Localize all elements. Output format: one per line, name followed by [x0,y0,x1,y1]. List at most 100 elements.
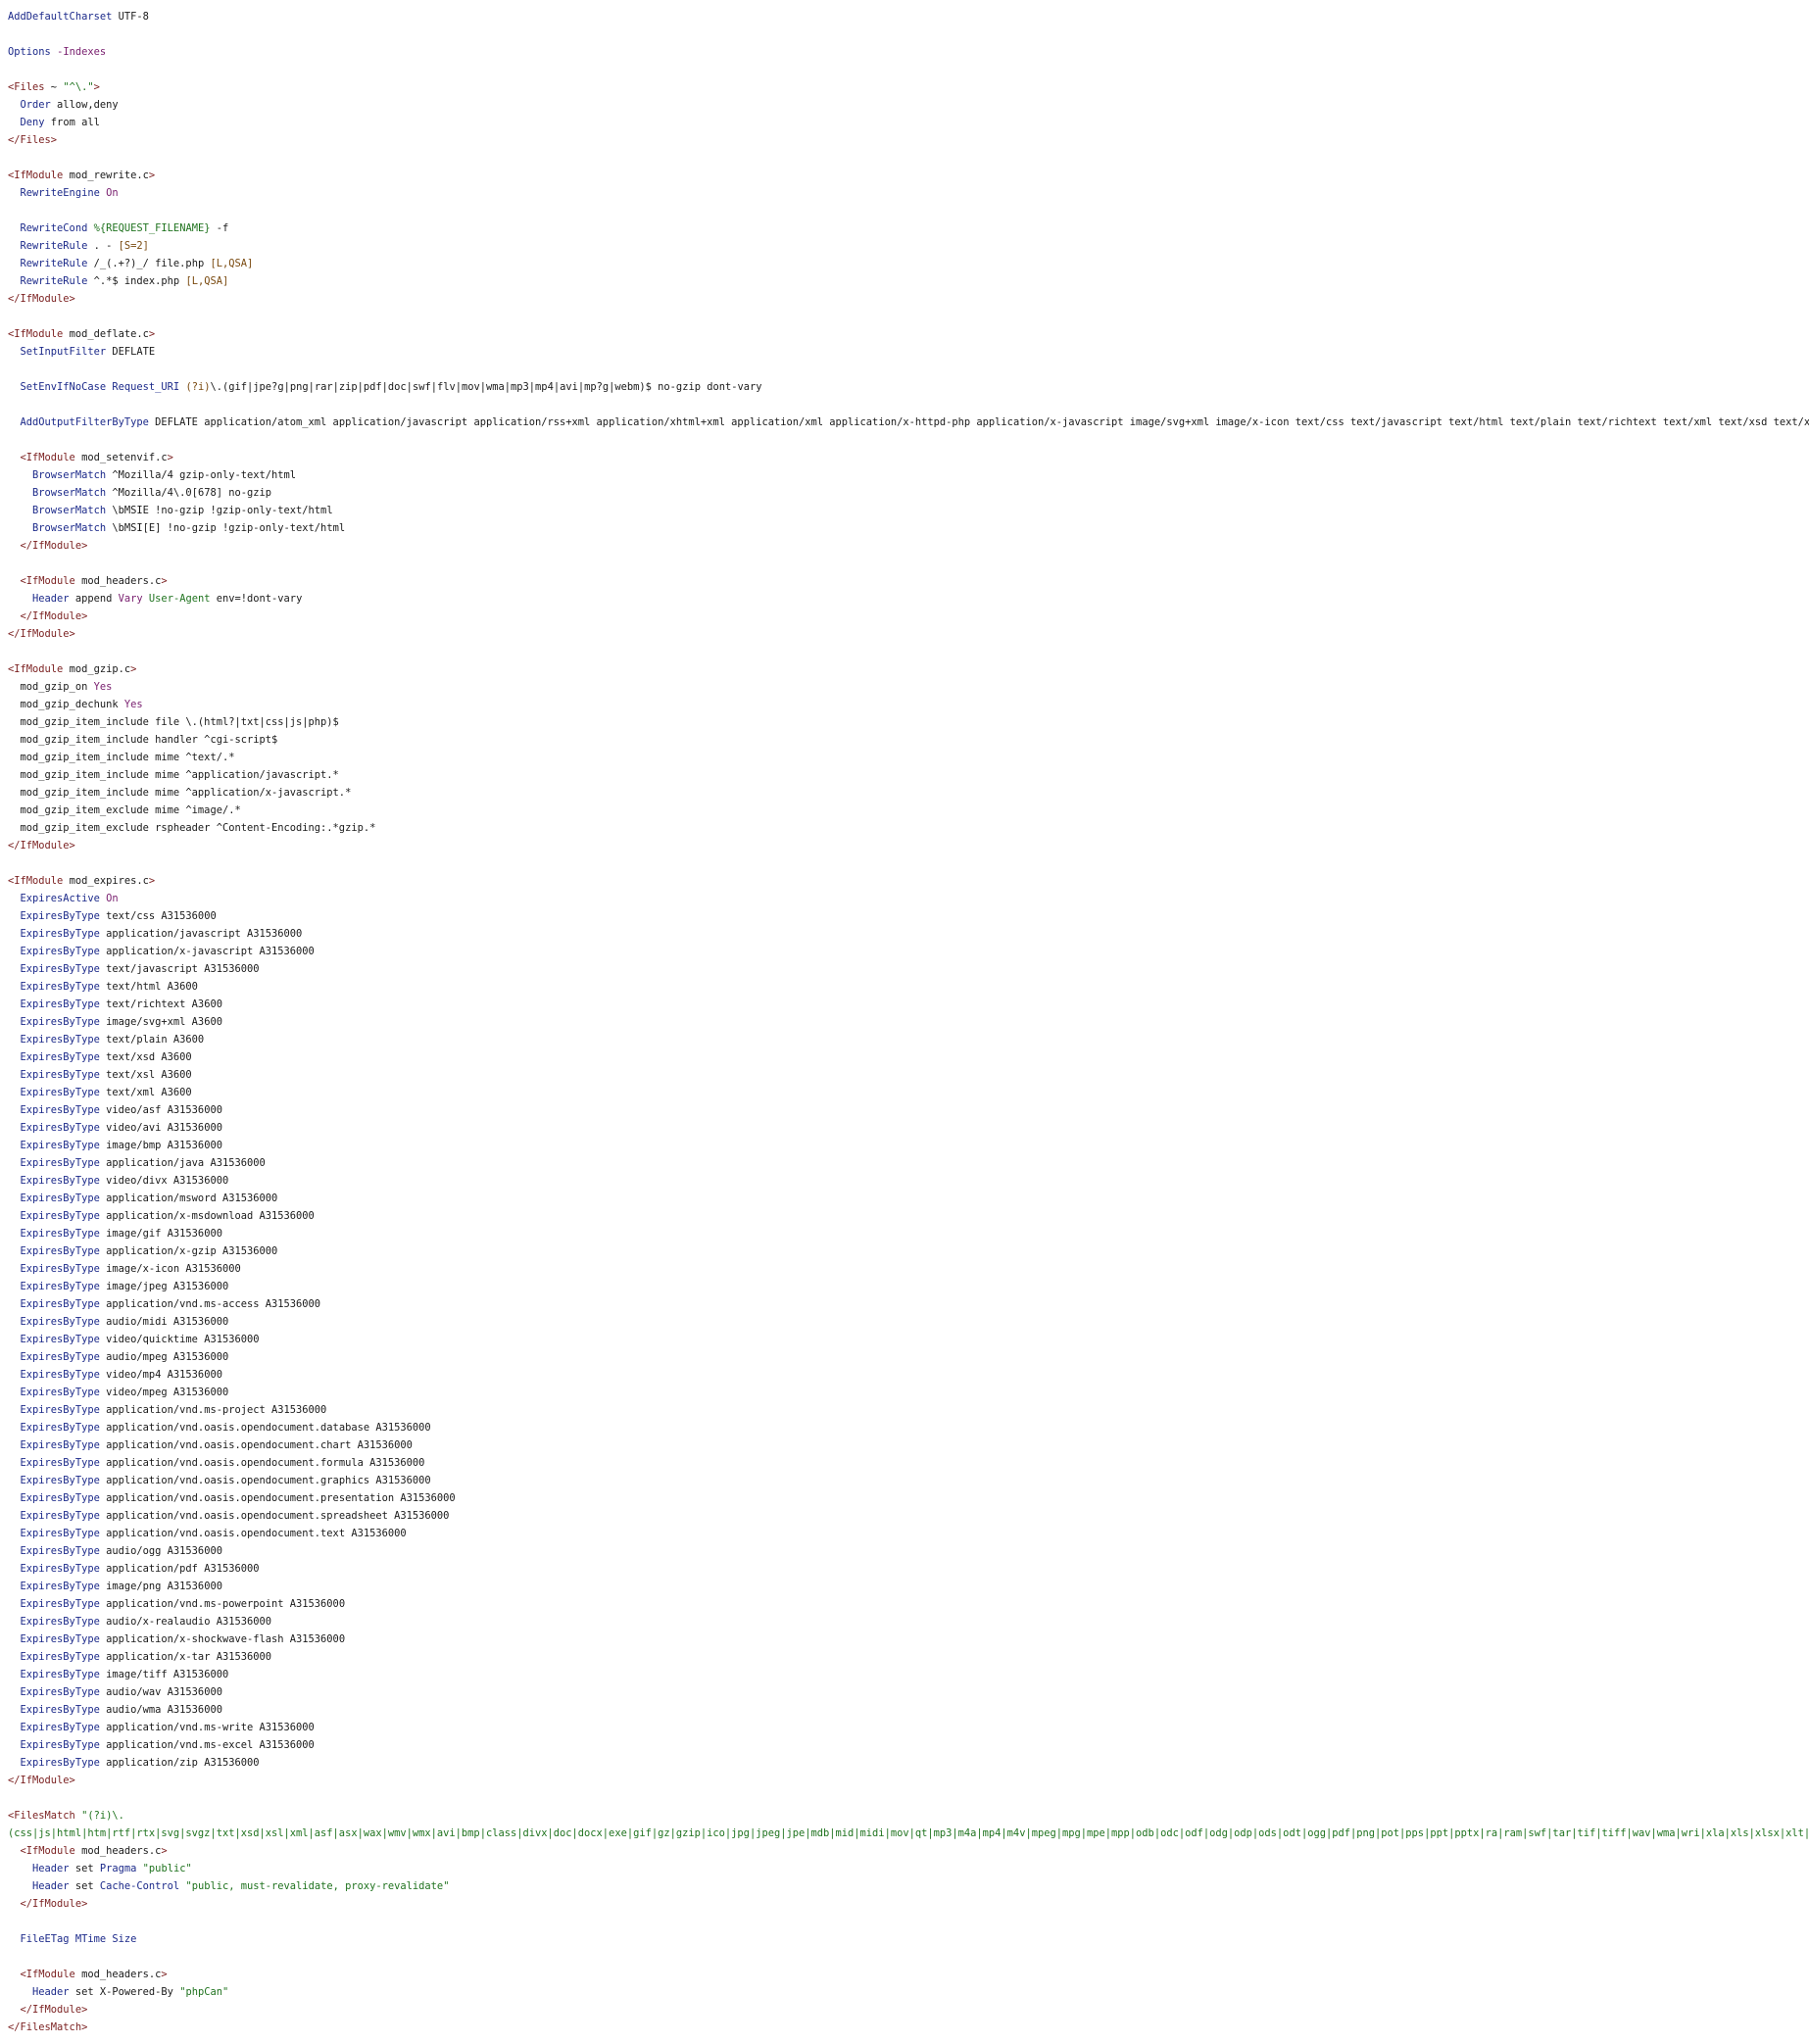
plain-text: mod_gzip_item_include mime ^application/… [8,769,339,781]
plain-text: mod_gzip_item_exclude mime ^image/.* [8,804,241,816]
plain-text [8,1581,21,1592]
plain-text [8,1351,21,1363]
plain-text: application/vnd.oasis.opendocument.chart… [99,1439,413,1451]
plain-text: application/vnd.ms-access A31536000 [99,1298,321,1310]
plain-text [8,998,21,1010]
keyword: Yes [93,681,113,693]
plain-text: application/vnd.ms-excel A31536000 [99,1739,315,1751]
plain-text: text/javascript A31536000 [99,963,260,975]
plain-text: application/vnd.ms-powerpoint A31536000 [99,1598,346,1610]
plain-text [8,1122,21,1134]
plain-text [8,1969,21,1980]
plain-text: mod_gzip_item_include mime ^text/.* [8,752,235,763]
plain-text [8,381,21,393]
code-line: BrowserMatch \bMSI[E] !no-gzip !gzip-onl… [8,519,1809,537]
code-line: BrowserMatch ^Mozilla/4\.0[678] no-gzip [8,484,1809,502]
section-tag: </IfModule> [8,840,75,852]
keyword: -Indexes [57,46,107,58]
code-line: ExpiresByType image/jpeg A31536000 [8,1278,1809,1295]
code-line: ExpiresByType application/vnd.ms-write A… [8,1719,1809,1736]
plain-text [8,1739,21,1751]
plain-text [8,1598,21,1610]
code-line: </IfModule> [8,837,1809,854]
plain-text [8,1475,21,1486]
code-line: ExpiresByType application/vnd.ms-access … [8,1295,1809,1313]
code-line: ExpiresByType text/javascript A31536000 [8,960,1809,978]
code-line: ExpiresByType application/vnd.oasis.open… [8,1525,1809,1542]
plain-text: image/tiff A31536000 [99,1669,229,1680]
directive: BrowserMatch [32,522,107,534]
directive: ExpiresByType [20,1739,100,1751]
directive: ExpiresByType [20,1563,100,1575]
code-line: ExpiresByType audio/ogg A31536000 [8,1542,1809,1560]
code-line: <IfModule mod_headers.c> [8,572,1809,590]
code-line: ExpiresByType application/vnd.oasis.open… [8,1489,1809,1507]
directive: ExpiresByType [20,1492,100,1504]
code-line: mod_gzip_item_include mime ^text/.* [8,749,1809,766]
plain-text [8,258,21,269]
code-line: BrowserMatch \bMSIE !no-gzip !gzip-only-… [8,502,1809,519]
section-tag: <IfModule [20,452,75,463]
plain-text [8,117,21,128]
code-line: ExpiresByType application/x-javascript A… [8,943,1809,960]
plain-text [8,893,21,904]
plain-text [8,1228,21,1240]
plain-text [8,928,21,940]
directive: ExpiresByType [20,1757,100,1769]
plain-text [8,1157,21,1169]
section-tag: </Files> [8,134,58,146]
code-line: SetInputFilter DEFLATE [8,343,1809,361]
directive: ExpiresByType [20,1051,100,1063]
code-line: mod_gzip_item_exclude rspheader ^Content… [8,819,1809,837]
directive: ExpiresByType [20,1669,100,1680]
plain-text [8,1898,21,1910]
code-line: RewriteRule ^.*$ index.php [L,QSA] [8,272,1809,290]
plain-text: \bMSIE !no-gzip !gzip-only-text/html [106,505,333,516]
plain-text: audio/wma A31536000 [99,1704,222,1716]
code-line: ExpiresActive On [8,890,1809,907]
plain-text: ^Mozilla/4 gzip-only-text/html [106,469,297,481]
directive: ExpiresByType [20,1369,100,1381]
code-line: </IfModule> [8,537,1809,555]
plain-text: mod_expires.c [63,875,149,887]
directive: BrowserMatch [32,469,107,481]
directive: ExpiresByType [20,998,100,1010]
code-line: ExpiresByType video/divx A31536000 [8,1172,1809,1190]
htaccess-code-view: AddDefaultCharset UTF-8 Options -Indexes <… [8,8,1809,2036]
plain-text [8,1175,21,1187]
string-literal: "^\." [63,81,94,93]
code-line: RewriteEngine On [8,184,1809,202]
plain-text [8,1757,21,1769]
plain-text [8,487,32,499]
code-line: Header append Vary User-Agent env=!dont-… [8,590,1809,608]
section-tag: </FilesMatch> [8,2021,88,2033]
code-line: Header set X-Powered-By "phpCan" [8,1983,1809,2001]
code-line: ExpiresByType image/gif A31536000 [8,1225,1809,1242]
plain-text: application/vnd.oasis.opendocument.text … [99,1528,407,1539]
section-tag: </IfModule> [8,293,75,305]
plain-text: append [69,593,119,605]
plain-text [8,1087,21,1098]
plain-text [8,1210,21,1222]
plain-text: ^.*$ index.php [87,275,186,287]
section-tag: > [167,452,173,463]
directive: ExpiresByType [20,1616,100,1628]
plain-text: image/gif A31536000 [99,1228,222,1240]
code-line: <IfModule mod_rewrite.c> [8,167,1809,184]
directive: RewriteRule [20,240,88,252]
plain-text [8,1669,21,1680]
plain-text: . - [87,240,119,252]
directive: Size [112,1933,137,1945]
plain-text: text/plain A3600 [99,1034,205,1046]
code-line: Header set Cache-Control "public, must-r… [8,1877,1809,1895]
directive: Header [32,1863,70,1874]
plain-text: video/mpeg A31536000 [99,1387,229,1398]
plain-text: image/bmp A31536000 [99,1140,222,1151]
plain-text: audio/ogg A31536000 [99,1545,222,1557]
plain-text [8,1281,21,1292]
directive: ExpiresByType [20,1016,100,1028]
